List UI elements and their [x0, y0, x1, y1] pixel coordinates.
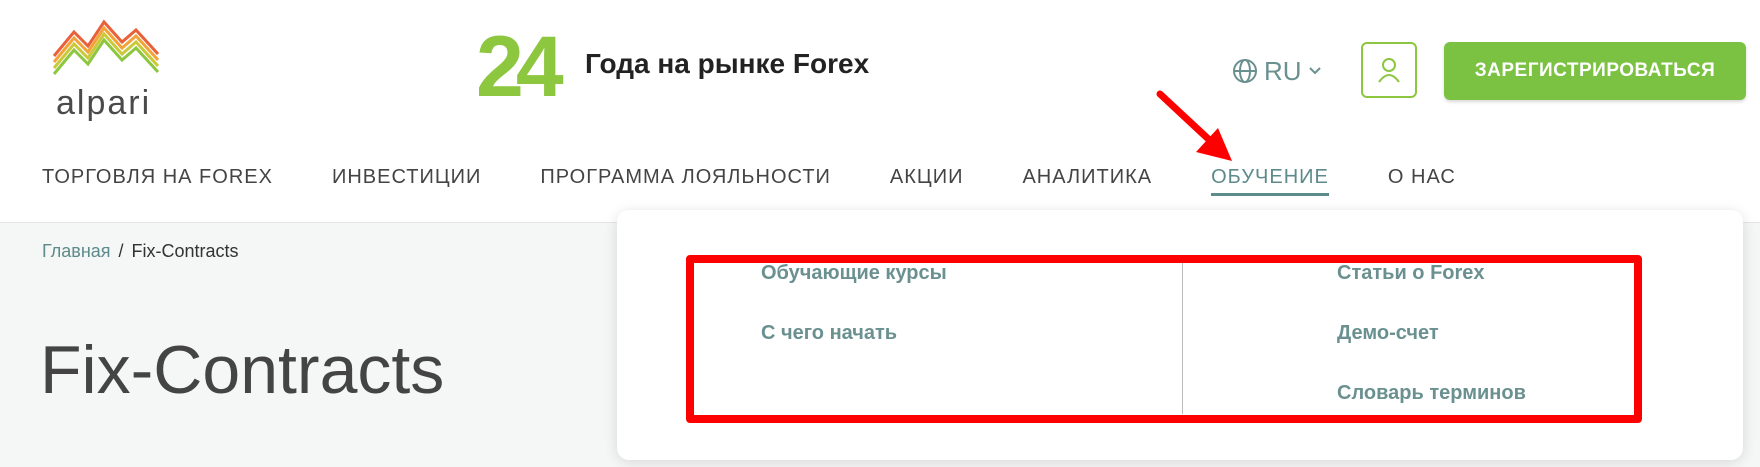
nav-item-analytics[interactable]: АНАЛИТИКА [1022, 166, 1152, 196]
logo-text: alpari [56, 84, 152, 122]
dropdown-right-column: Статьи о Forex Демо-счет Словарь термино… [1337, 262, 1526, 442]
chevron-down-icon [1308, 67, 1321, 75]
breadcrumb: Главная / Fix-Contracts [42, 241, 239, 262]
breadcrumb-separator: / [118, 241, 124, 261]
breadcrumb-current: Fix-Contracts [131, 241, 239, 261]
years-badge: 24 [476, 19, 566, 115]
nav-item-investments[interactable]: ИНВЕСТИЦИИ [332, 166, 481, 196]
years-number: 24 [476, 19, 564, 115]
nav-item-loyalty[interactable]: ПРОГРАММА ЛОЯЛЬНОСТИ [540, 166, 831, 196]
nav-item-about[interactable]: О НАС [1388, 166, 1456, 196]
nav-item-education[interactable]: ОБУЧЕНИЕ [1211, 166, 1329, 196]
years-caption: Года на рынке Forex [585, 48, 870, 79]
site-header: alpari 24 Года на рынке Forex RU ЗАРЕГИС… [0, 0, 1760, 222]
dropdown-link-courses[interactable]: Обучающие курсы [761, 262, 947, 322]
education-dropdown: Обучающие курсы С чего начать Статьи о F… [617, 210, 1743, 460]
register-button[interactable]: ЗАРЕГИСТРИРОВАТЬСЯ [1444, 42, 1746, 100]
user-icon [1378, 58, 1400, 83]
dropdown-link-articles[interactable]: Статьи о Forex [1337, 262, 1526, 322]
breadcrumb-home-link[interactable]: Главная [42, 241, 111, 261]
mountains-logo-icon [52, 19, 160, 75]
dropdown-link-getting-started[interactable]: С чего начать [761, 322, 947, 382]
dropdown-link-glossary[interactable]: Словарь терминов [1337, 382, 1526, 442]
dropdown-left-column: Обучающие курсы С чего начать [761, 262, 947, 382]
nav-item-promotions[interactable]: АКЦИИ [890, 166, 964, 196]
page-title: Fix-Contracts [40, 332, 445, 408]
dropdown-link-demo-account[interactable]: Демо-счет [1337, 322, 1526, 382]
language-label: RU [1264, 55, 1302, 86]
account-button[interactable] [1361, 42, 1417, 98]
main-nav: ТОРГОВЛЯ НА FOREX ИНВЕСТИЦИИ ПРОГРАММА Л… [42, 166, 1515, 196]
globe-icon [1233, 59, 1257, 83]
dropdown-divider [1182, 262, 1183, 414]
alpari-logo[interactable]: alpari [52, 16, 162, 128]
language-selector[interactable]: RU [1232, 55, 1322, 87]
nav-item-forex-trading[interactable]: ТОРГОВЛЯ НА FOREX [42, 166, 273, 196]
